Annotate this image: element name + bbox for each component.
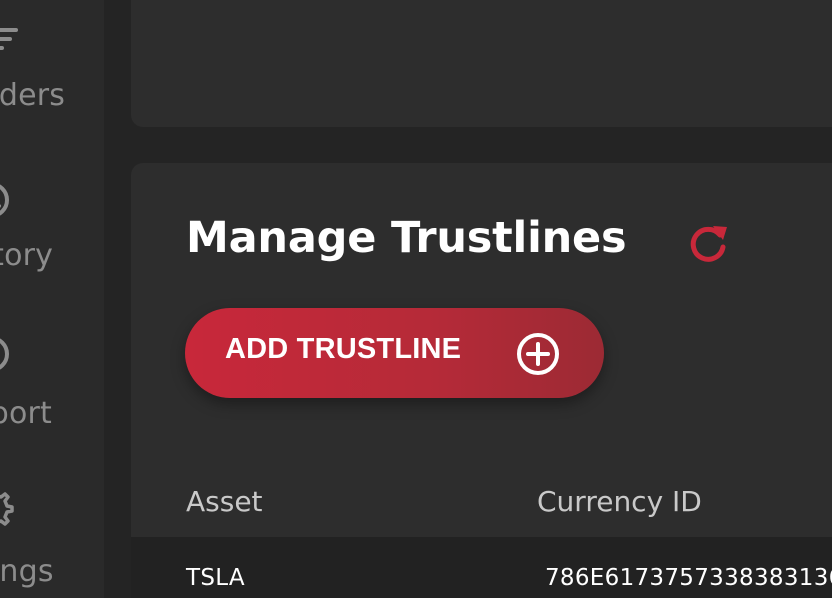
- sidebar-item-label: History: [0, 238, 54, 273]
- sidebar-item-label: Orders: [0, 78, 66, 113]
- trustlines-panel: Manage Trustlines ADD TRUSTLINE Asset Cu…: [131, 163, 832, 598]
- page-title: Manage Trustlines: [186, 213, 627, 263]
- plus-circle-icon: [515, 331, 561, 377]
- sidebar-item-settings[interactable]: Settings: [0, 476, 104, 596]
- orders-icon: [0, 20, 26, 64]
- sidebar-item-orders[interactable]: Orders: [0, 0, 104, 113]
- sidebar-item-history[interactable]: History: [0, 160, 104, 280]
- sidebar-item-support[interactable]: Support: [0, 318, 104, 438]
- asset-cell: TSLA: [186, 565, 245, 591]
- sidebar: Orders History Support: [0, 0, 104, 598]
- add-trustline-label: ADD TRUSTLINE: [225, 333, 462, 365]
- sidebar-item-label: Settings: [0, 554, 54, 589]
- app-root: Orders History Support: [0, 0, 832, 598]
- column-header-asset: Asset: [186, 485, 263, 518]
- currency-id-cell: 786E6173757338383136: [545, 565, 832, 591]
- help-icon: [0, 332, 26, 376]
- top-panel: [131, 0, 832, 127]
- gear-icon: [0, 486, 26, 530]
- column-header-currency-id: Currency ID: [537, 485, 702, 518]
- add-trustline-button[interactable]: ADD TRUSTLINE: [185, 308, 604, 398]
- refresh-icon[interactable]: [689, 222, 729, 264]
- table-row[interactable]: TSLA 786E6173757338383136: [131, 537, 832, 598]
- sidebar-item-label: Support: [0, 396, 52, 431]
- clock-icon: [0, 178, 26, 222]
